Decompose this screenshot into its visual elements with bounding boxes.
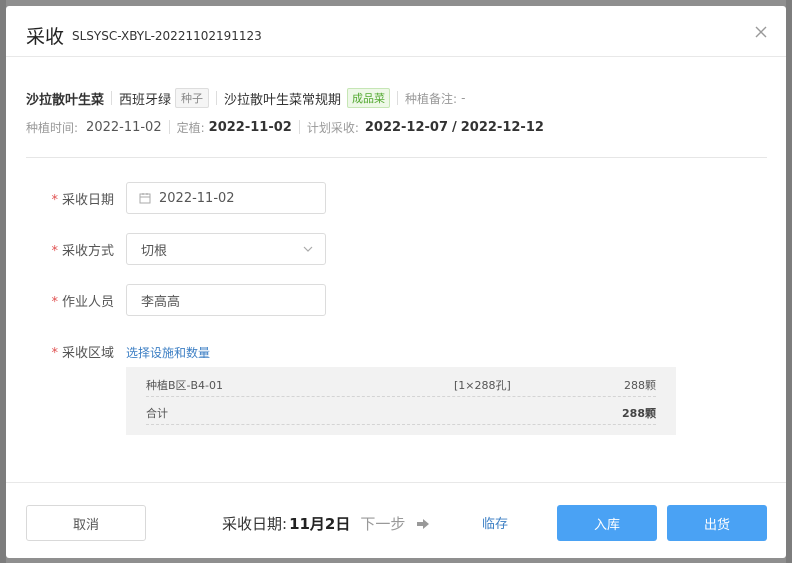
harvest-date-label-text: 采收日期: [61, 193, 114, 208]
dialog-title: 采收: [26, 26, 65, 48]
next-step-button[interactable]: 下一步: [360, 513, 405, 534]
fix-date: 2022-11-02: [208, 119, 292, 135]
divider: [26, 157, 767, 158]
plan-harvest-slash: /: [452, 119, 457, 135]
worker-value: 李高高: [141, 294, 181, 310]
close-icon[interactable]: [754, 25, 768, 39]
remark-label: 种植备注:: [405, 91, 458, 106]
crop-info-line: 沙拉散叶生菜 西班牙绿 种子 沙拉散叶生菜常规期 成品菜 种植备注: -: [26, 88, 465, 108]
required-mark: *: [51, 193, 58, 208]
total-label: 合计: [146, 407, 168, 420]
plan-harvest-start: 2022-12-07: [364, 119, 449, 135]
variety-name: 西班牙绿: [119, 92, 172, 108]
separator: [111, 91, 113, 105]
plant-time-value: 2022-11-02: [86, 119, 162, 135]
separator: [298, 120, 300, 134]
stock-in-button[interactable]: 入库: [557, 505, 657, 541]
cancel-button[interactable]: 取消: [26, 505, 146, 541]
plan-harvest-end: 2022-12-12: [460, 119, 544, 135]
variety-tag: 种子: [175, 88, 210, 108]
separator: [216, 91, 218, 105]
harvest-area-label: * 采收区域: [26, 342, 114, 361]
fix-label: 定植:: [176, 120, 205, 135]
crop-name: 沙拉散叶生菜: [26, 92, 105, 108]
footer-date-value: 11月2日: [289, 515, 351, 533]
plan-harvest-label: 计划采收:: [306, 120, 359, 135]
dialog-footer: 取消 采收日期: 11月2日 下一步 临存 入库 出货: [6, 482, 786, 558]
harvest-date-field[interactable]: 2022-11-02: [126, 182, 326, 214]
worker-label-text: 作业人员: [61, 295, 114, 310]
harvest-date-value: 2022-11-02: [159, 190, 235, 206]
harvest-method-label: * 采收方式: [26, 240, 114, 259]
total-qty: 288颗: [622, 407, 656, 420]
required-mark: *: [51, 244, 58, 259]
separator: [168, 120, 170, 134]
harvest-method-value: 切根: [141, 243, 168, 259]
area-name: 种植B区-B4-01: [146, 379, 224, 392]
dialog-code: SLSYSC-XBYL-20221102191123: [72, 29, 262, 43]
footer-date-info: 采收日期: 11月2日 下一步: [222, 513, 430, 534]
ship-button[interactable]: 出货: [667, 505, 767, 541]
date-info-line: 种植时间: 2022-11-02 定植: 2022-11-02 计划采收: 20…: [26, 117, 544, 137]
area-qty: 288颗: [624, 379, 656, 392]
table-row-total: 合计 288颗: [146, 397, 656, 425]
harvest-method-select[interactable]: 切根: [126, 233, 326, 265]
arrow-right-icon[interactable]: [417, 518, 430, 529]
worker-label: * 作业人员: [26, 291, 114, 310]
harvest-date-label: * 采收日期: [26, 189, 114, 208]
area-spec: [1×288孔]: [454, 379, 511, 392]
harvest-area-label-text: 采收区域: [61, 346, 114, 361]
remark-value: -: [461, 91, 466, 105]
backdrop-right: [786, 0, 792, 563]
separator: [397, 91, 399, 105]
dialog-header: 采收 SLSYSC-XBYL-20221102191123: [6, 6, 786, 57]
plant-time-label: 种植时间:: [26, 120, 79, 135]
table-row: 种植B区-B4-01 [1×288孔] 288颗: [146, 369, 656, 397]
harvest-dialog: 采收 SLSYSC-XBYL-20221102191123 沙拉散叶生菜 西班牙…: [6, 6, 786, 558]
area-table: 种植B区-B4-01 [1×288孔] 288颗 合计 288颗: [126, 367, 676, 435]
chevron-down-icon: [303, 246, 313, 252]
select-facility-link[interactable]: 选择设施和数量: [126, 344, 210, 361]
required-mark: *: [51, 346, 58, 361]
footer-date-label: 采收日期:: [222, 515, 288, 533]
calendar-icon: [139, 193, 151, 204]
harvest-method-label-text: 采收方式: [61, 244, 114, 259]
temp-save-button[interactable]: 临存: [482, 513, 508, 532]
worker-input[interactable]: 李高高: [126, 284, 326, 316]
required-mark: *: [51, 295, 58, 310]
plan-name: 沙拉散叶生菜常规期: [224, 92, 342, 108]
plan-tag: 成品菜: [347, 88, 391, 108]
